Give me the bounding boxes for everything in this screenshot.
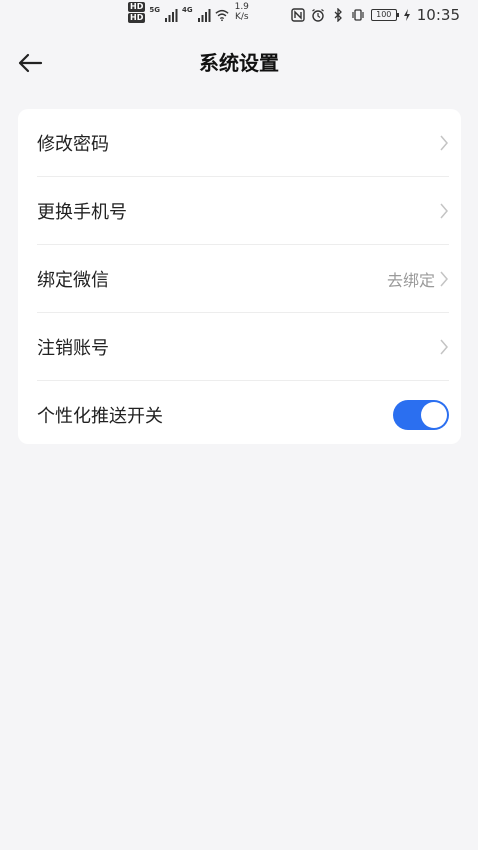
network-4g-label: 4G	[181, 6, 193, 14]
status-right: 100 10:35	[291, 6, 460, 24]
page-title: 系统设置	[199, 51, 279, 75]
row-right	[393, 399, 449, 430]
vibrate-icon	[352, 9, 364, 21]
setting-label: 注销账号	[37, 337, 109, 359]
hd-badge-bottom: HD	[128, 13, 146, 23]
network-5g-label: 5G	[149, 6, 160, 14]
hd-badge-top: HD	[128, 2, 146, 12]
push-notification-toggle[interactable]	[393, 399, 449, 430]
bind-status-value: 去绑定	[386, 270, 435, 290]
signal-strength-icon	[164, 9, 178, 22]
status-left: HD HD 5G 4G 1.9 K/s	[128, 2, 249, 23]
chevron-right-icon	[440, 339, 448, 354]
setting-label: 绑定微信	[37, 269, 109, 291]
status-bar: HD HD 5G 4G 1.9 K/s 100 10:35	[0, 0, 478, 30]
bluetooth-icon	[334, 8, 342, 22]
setting-row-change-password[interactable]: 修改密码	[37, 109, 449, 177]
row-right: 去绑定	[387, 267, 449, 291]
row-right	[439, 338, 449, 356]
nav-bar: 系统设置	[0, 40, 478, 86]
toggle-knob	[421, 401, 447, 428]
settings-card: 修改密码 更换手机号 绑定微信 去绑定 注销账号 个性化推送开关	[18, 109, 461, 444]
status-time: 10:35	[416, 6, 460, 24]
nfc-icon	[291, 8, 305, 22]
wifi-icon	[215, 9, 229, 22]
charging-icon	[403, 9, 410, 21]
setting-row-bind-wechat[interactable]: 绑定微信 去绑定	[37, 245, 449, 313]
setting-label: 修改密码	[37, 133, 109, 155]
setting-row-push-toggle: 个性化推送开关	[37, 381, 449, 448]
speed-value: 1.9	[234, 2, 249, 12]
speed-unit: K/s	[234, 12, 249, 22]
row-right	[439, 202, 449, 220]
chevron-right-icon	[440, 271, 448, 286]
back-button[interactable]	[14, 48, 46, 78]
signal-strength-icon-2	[197, 9, 211, 22]
alarm-icon	[311, 9, 324, 22]
battery-indicator: 100	[370, 9, 399, 21]
setting-row-delete-account[interactable]: 注销账号	[37, 313, 449, 381]
setting-label: 个性化推送开关	[37, 405, 163, 427]
hd-indicators: HD HD	[128, 2, 146, 23]
row-right	[439, 134, 449, 152]
chevron-right-icon	[440, 135, 448, 150]
arrow-left-icon	[18, 53, 43, 73]
setting-label: 更换手机号	[37, 201, 127, 223]
setting-row-change-phone[interactable]: 更换手机号	[37, 177, 449, 245]
network-speed: 1.9 K/s	[235, 2, 249, 22]
chevron-right-icon	[440, 203, 448, 218]
